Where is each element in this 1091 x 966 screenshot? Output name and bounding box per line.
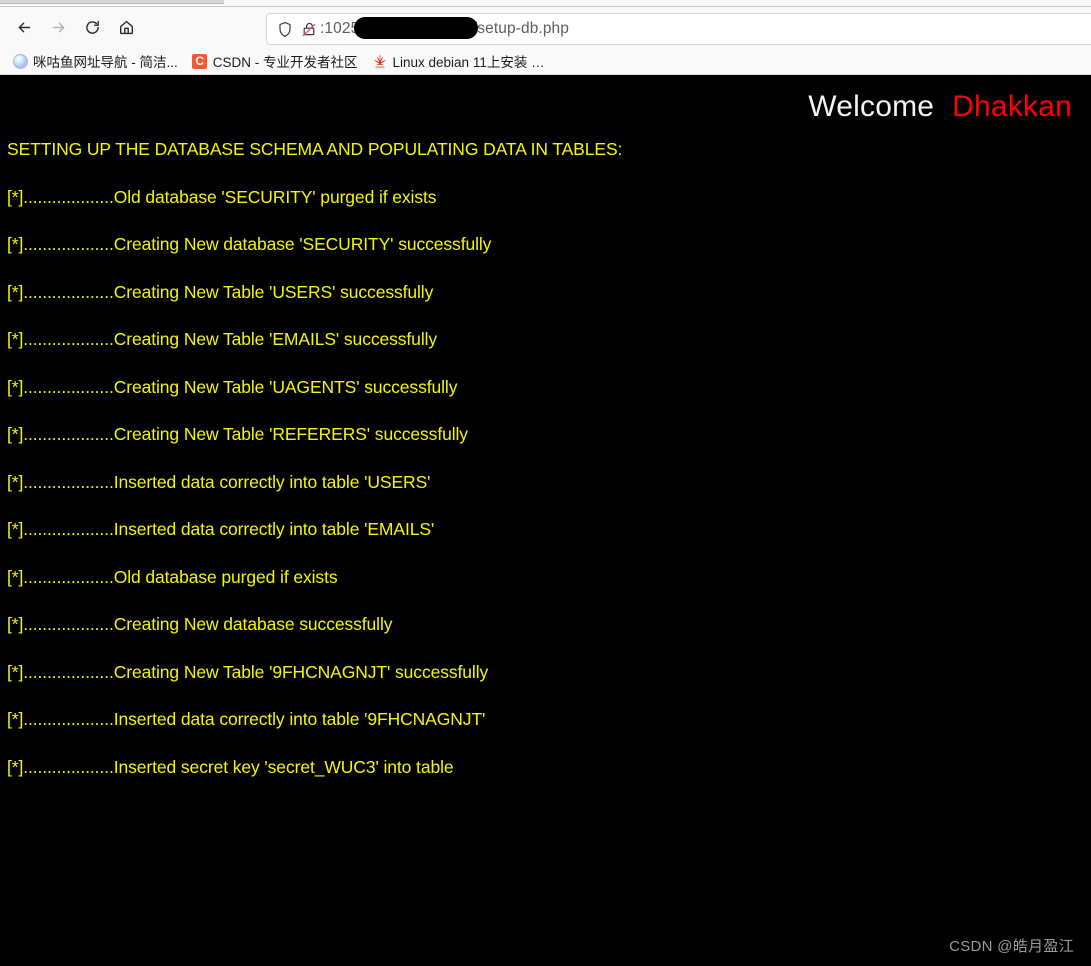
home-button[interactable] xyxy=(110,12,142,44)
bookmark-item-csdn[interactable]: C CSDN - 专业开发者社区 xyxy=(188,50,364,72)
reload-button[interactable] xyxy=(76,12,108,44)
bookmark-item-huawei[interactable]: Linux debian 11上安装 … xyxy=(368,50,551,72)
tab-strip xyxy=(0,0,1091,7)
bookmark-label: 咪咕鱼网址导航 - 简洁... xyxy=(33,55,178,70)
huawei-icon xyxy=(372,53,388,69)
bookmark-item-migu[interactable]: 咪咕鱼网址导航 - 简洁... xyxy=(8,50,184,72)
page-content: Welcome Dhakkan SETTING UP THE DATABASE … xyxy=(0,75,1091,966)
log-line: [*]...................Old database purge… xyxy=(7,566,338,587)
forward-button[interactable] xyxy=(42,12,74,44)
welcome-username: Dhakkan xyxy=(952,90,1072,123)
home-icon xyxy=(118,19,135,36)
log-line: [*]...................Creating New Table… xyxy=(7,329,438,349)
url-redaction-blob xyxy=(354,17,478,39)
log-line: [*]...................Inserted secret ke… xyxy=(7,756,454,777)
log-line: [*]...................Creating New Table… xyxy=(7,661,489,682)
setup-log: SETTING UP THE DATABASE SCHEMA AND POPUL… xyxy=(0,139,1091,777)
arrow-right-icon xyxy=(50,19,67,36)
arrow-left-icon xyxy=(16,19,33,36)
bookmark-label: CSDN - 专业开发者社区 xyxy=(212,55,358,70)
reload-icon xyxy=(84,19,101,36)
active-tab[interactable] xyxy=(0,0,224,4)
globe-icon xyxy=(12,53,28,69)
log-line: [*]...................Inserted data corr… xyxy=(7,519,435,539)
shield-icon[interactable] xyxy=(277,21,293,38)
welcome-banner: Welcome Dhakkan xyxy=(0,75,1091,123)
csdn-watermark: CSDN @皓月盈江 xyxy=(949,938,1074,955)
bookmarks-bar: 咪咕鱼网址导航 - 简洁... C CSDN - 专业开发者社区 Linux d… xyxy=(0,48,1091,75)
bookmark-label: Linux debian 11上安装 … xyxy=(392,55,545,70)
address-bar[interactable]: :1025/sql-connections/setup-db.php xyxy=(266,13,1091,45)
log-line: [*]...................Inserted data corr… xyxy=(7,709,486,729)
csdn-icon: C xyxy=(192,53,208,69)
url-text-wrapper[interactable]: :1025/sql-connections/setup-db.php xyxy=(320,14,1086,44)
navigation-toolbar: :1025/sql-connections/setup-db.php xyxy=(0,7,1091,48)
lock-crossed-icon[interactable] xyxy=(301,21,318,38)
log-line: [*]...................Creating New Table… xyxy=(7,376,458,397)
log-line: [*]...................Creating New datab… xyxy=(7,614,393,634)
browser-window: :1025/sql-connections/setup-db.php 咪咕鱼网址… xyxy=(0,0,1091,966)
log-line: [*]...................Creating New datab… xyxy=(7,234,492,254)
log-line: [*]...................Creating New Table… xyxy=(7,424,468,444)
log-line: [*]...................Old database 'SECU… xyxy=(7,186,437,207)
log-line: [*]...................Inserted data corr… xyxy=(7,471,431,492)
welcome-greeting: Welcome xyxy=(808,90,935,123)
back-button[interactable] xyxy=(8,12,40,44)
log-line: [*]...................Creating New Table… xyxy=(7,281,434,302)
log-heading: SETTING UP THE DATABASE SCHEMA AND POPUL… xyxy=(7,139,623,159)
